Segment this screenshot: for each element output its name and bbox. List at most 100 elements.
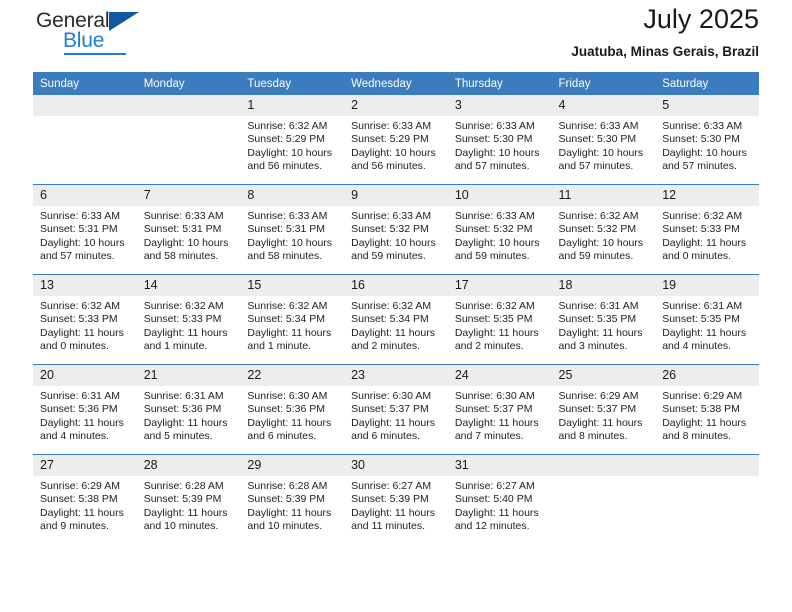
daylight-text-line1: Daylight: 10 hours [454, 236, 540, 249]
sunrise-text: Sunrise: 6:30 AM [454, 390, 535, 402]
sunset-text: Sunset: 5:35 PM [454, 313, 533, 326]
day-details: Sunrise: 6:33 AM Sunset: 5:29 PM Daylight:… [344, 116, 448, 174]
calendar-day-cell[interactable]: 9 Sunrise: 6:33 AM Sunset: 5:32 PM Daylight… [344, 184, 448, 275]
calendar-day-cell[interactable]: 18 Sunrise: 6:31 AM Sunset: 5:35 PM Dayligh… [551, 274, 656, 365]
page-title: July 2025 [643, 4, 759, 34]
daylight-text-line1: Daylight: 10 hours [247, 236, 333, 249]
sunset-text: Sunset: 5:39 PM [351, 493, 429, 506]
sunrise-text: Sunrise: 6:32 AM [40, 300, 120, 312]
calendar-day-cell[interactable]: 31 Sunrise: 6:27 AM Sunset: 5:40 PM Dayligh… [447, 454, 552, 544]
day-number [136, 95, 241, 116]
sunrise-text: Sunrise: 6:32 AM [351, 300, 432, 312]
day-details: Sunrise: 6:29 AM Sunset: 5:37 PM Daylight:… [552, 386, 656, 444]
daylight-text-line2: and 56 minutes. [247, 160, 323, 173]
daylight-text-line1: Daylight: 11 hours [247, 416, 332, 429]
day-details: Sunrise: 6:33 AM Sunset: 5:31 PM Daylight:… [33, 206, 137, 264]
brand-name-bottom: Blue [63, 29, 105, 52]
daylight-text-line2: and 11 minutes. [351, 520, 426, 533]
day-number: 1 [240, 95, 345, 116]
calendar-day-cell[interactable]: 22 Sunrise: 6:30 AM Sunset: 5:36 PM Dayligh… [240, 364, 345, 455]
daylight-text-line2: and 2 minutes. [454, 340, 524, 353]
sunrise-sunset-calendar: Sunday Monday Tuesday Wednesday Thursday… [33, 72, 759, 544]
calendar-day-cell[interactable]: 17 Sunrise: 6:32 AM Sunset: 5:35 PM Dayligh… [447, 274, 552, 365]
calendar-day-cell[interactable]: 1 Sunrise: 6:32 AM Sunset: 5:29 PM Daylight… [240, 95, 345, 185]
sunrise-text: Sunrise: 6:32 AM [143, 300, 224, 312]
daylight-text-line1: Daylight: 11 hours [351, 506, 435, 519]
day-number: 19 [655, 275, 759, 296]
calendar-day-cell[interactable]: 24 Sunrise: 6:30 AM Sunset: 5:37 PM Dayligh… [447, 364, 552, 455]
calendar-day-cell[interactable]: 4 Sunrise: 6:33 AM Sunset: 5:30 PM Daylight… [551, 95, 656, 185]
day-details: Sunrise: 6:30 AM Sunset: 5:37 PM Daylight:… [448, 386, 552, 444]
day-details: Sunrise: 6:32 AM Sunset: 5:33 PM Daylight:… [655, 206, 759, 264]
calendar-day-cell[interactable]: 13 Sunrise: 6:32 AM Sunset: 5:33 PM Dayligh… [33, 274, 137, 365]
calendar-day-cell[interactable]: 14 Sunrise: 6:32 AM Sunset: 5:33 PM Dayligh… [136, 274, 241, 365]
calendar-day-cell[interactable]: 29 Sunrise: 6:28 AM Sunset: 5:39 PM Dayligh… [240, 454, 345, 544]
sunset-text: Sunset: 5:30 PM [558, 133, 637, 146]
sunrise-text: Sunrise: 6:33 AM [143, 210, 224, 222]
calendar-day-cell[interactable]: 5 Sunrise: 6:33 AM Sunset: 5:30 PM Daylight… [655, 95, 759, 185]
daylight-text-line2: and 58 minutes. [247, 250, 323, 263]
daylight-text-line1: Daylight: 11 hours [454, 506, 539, 519]
day-details: Sunrise: 6:32 AM Sunset: 5:35 PM Daylight:… [448, 296, 552, 354]
day-details: Sunrise: 6:32 AM Sunset: 5:29 PM Daylight:… [240, 116, 344, 174]
calendar-day-cell[interactable]: 21 Sunrise: 6:31 AM Sunset: 5:36 PM Dayligh… [136, 364, 241, 455]
daylight-text-line1: Daylight: 11 hours [40, 326, 124, 339]
calendar-day-cell[interactable]: 15 Sunrise: 6:32 AM Sunset: 5:34 PM Dayligh… [240, 274, 345, 365]
title-block: July 2025 Juatuba, Minas Gerais, Brazil [571, 0, 759, 62]
calendar-day-cell[interactable]: 25 Sunrise: 6:29 AM Sunset: 5:37 PM Dayligh… [551, 364, 656, 455]
daylight-text-line1: Daylight: 11 hours [662, 416, 747, 429]
sunset-text: Sunset: 5:31 PM [247, 223, 326, 236]
daylight-text-line1: Daylight: 10 hours [40, 236, 125, 249]
day-details: Sunrise: 6:33 AM Sunset: 5:31 PM Daylight:… [240, 206, 344, 264]
daylight-text-line1: Daylight: 11 hours [143, 506, 228, 519]
day-number: 4 [551, 95, 656, 116]
weekday-header-wednesday: Wednesday [344, 72, 448, 95]
calendar-day-cell[interactable]: 6 Sunrise: 6:33 AM Sunset: 5:31 PM Daylight… [33, 184, 137, 275]
calendar-day-cell[interactable]: 2 Sunrise: 6:33 AM Sunset: 5:29 PM Daylight… [344, 95, 448, 185]
calendar-day-cell[interactable]: 11 Sunrise: 6:32 AM Sunset: 5:32 PM Dayligh… [551, 184, 656, 275]
page-header: General Blue July 2025 Juatuba, Minas Ge… [33, 0, 759, 72]
day-number: 21 [136, 365, 241, 386]
sunset-text: Sunset: 5:31 PM [40, 223, 118, 236]
sunset-text: Sunset: 5:33 PM [143, 313, 222, 326]
sunrise-text: Sunrise: 6:29 AM [662, 390, 743, 402]
day-number: 9 [344, 185, 448, 206]
calendar-day-cell[interactable]: 27 Sunrise: 6:29 AM Sunset: 5:38 PM Dayligh… [33, 454, 137, 544]
calendar-day-cell[interactable]: 19 Sunrise: 6:31 AM Sunset: 5:35 PM Dayligh… [655, 274, 759, 365]
day-number: 27 [33, 455, 137, 476]
sunset-text: Sunset: 5:39 PM [247, 493, 326, 506]
calendar-day-cell[interactable]: 8 Sunrise: 6:33 AM Sunset: 5:31 PM Daylight… [240, 184, 345, 275]
calendar-day-cell[interactable]: 12 Sunrise: 6:32 AM Sunset: 5:33 PM Dayligh… [655, 184, 759, 275]
calendar-day-cell[interactable]: 23 Sunrise: 6:30 AM Sunset: 5:37 PM Dayligh… [344, 364, 448, 455]
day-number [655, 455, 759, 476]
daylight-text-line2: and 57 minutes. [662, 160, 737, 173]
calendar-day-cell[interactable]: 26 Sunrise: 6:29 AM Sunset: 5:38 PM Dayligh… [655, 364, 759, 455]
day-number: 13 [33, 275, 137, 296]
daylight-text-line2: and 5 minutes. [143, 430, 213, 443]
day-number: 18 [551, 275, 656, 296]
calendar-day-cell[interactable]: 16 Sunrise: 6:32 AM Sunset: 5:34 PM Dayligh… [344, 274, 448, 365]
sunset-text: Sunset: 5:33 PM [662, 223, 740, 236]
sunrise-text: Sunrise: 6:27 AM [454, 480, 535, 492]
sunrise-text: Sunrise: 6:29 AM [558, 390, 639, 402]
calendar-day-cell[interactable]: 28 Sunrise: 6:28 AM Sunset: 5:39 PM Dayligh… [136, 454, 241, 544]
calendar-day-cell[interactable]: 30 Sunrise: 6:27 AM Sunset: 5:39 PM Dayligh… [344, 454, 448, 544]
brand-triangle-icon [109, 12, 139, 31]
day-number: 15 [240, 275, 345, 296]
daylight-text-line1: Daylight: 11 hours [454, 326, 539, 339]
daylight-text-line2: and 58 minutes. [143, 250, 219, 263]
daylight-text-line2: and 0 minutes. [40, 340, 109, 353]
daylight-text-line2: and 8 minutes. [558, 430, 628, 443]
daylight-text-line2: and 12 minutes. [454, 520, 530, 533]
sunrise-text: Sunrise: 6:33 AM [662, 120, 743, 132]
calendar-day-cell[interactable]: 3 Sunrise: 6:33 AM Sunset: 5:30 PM Daylight… [447, 95, 552, 185]
calendar-day-cell[interactable]: 20 Sunrise: 6:31 AM Sunset: 5:36 PM Dayligh… [33, 364, 137, 455]
daylight-text-line2: and 56 minutes. [351, 160, 426, 173]
calendar-week-row: 1 Sunrise: 6:32 AM Sunset: 5:29 PM Daylight… [33, 95, 759, 185]
day-details: Sunrise: 6:31 AM Sunset: 5:36 PM Daylight:… [33, 386, 137, 444]
sunset-text: Sunset: 5:37 PM [454, 403, 533, 416]
calendar-day-cell[interactable]: 7 Sunrise: 6:33 AM Sunset: 5:31 PM Daylight… [136, 184, 241, 275]
brand-logo[interactable]: General Blue [33, 9, 153, 57]
daylight-text-line1: Daylight: 11 hours [558, 326, 643, 339]
calendar-day-cell[interactable]: 10 Sunrise: 6:33 AM Sunset: 5:32 PM Dayligh… [447, 184, 552, 275]
